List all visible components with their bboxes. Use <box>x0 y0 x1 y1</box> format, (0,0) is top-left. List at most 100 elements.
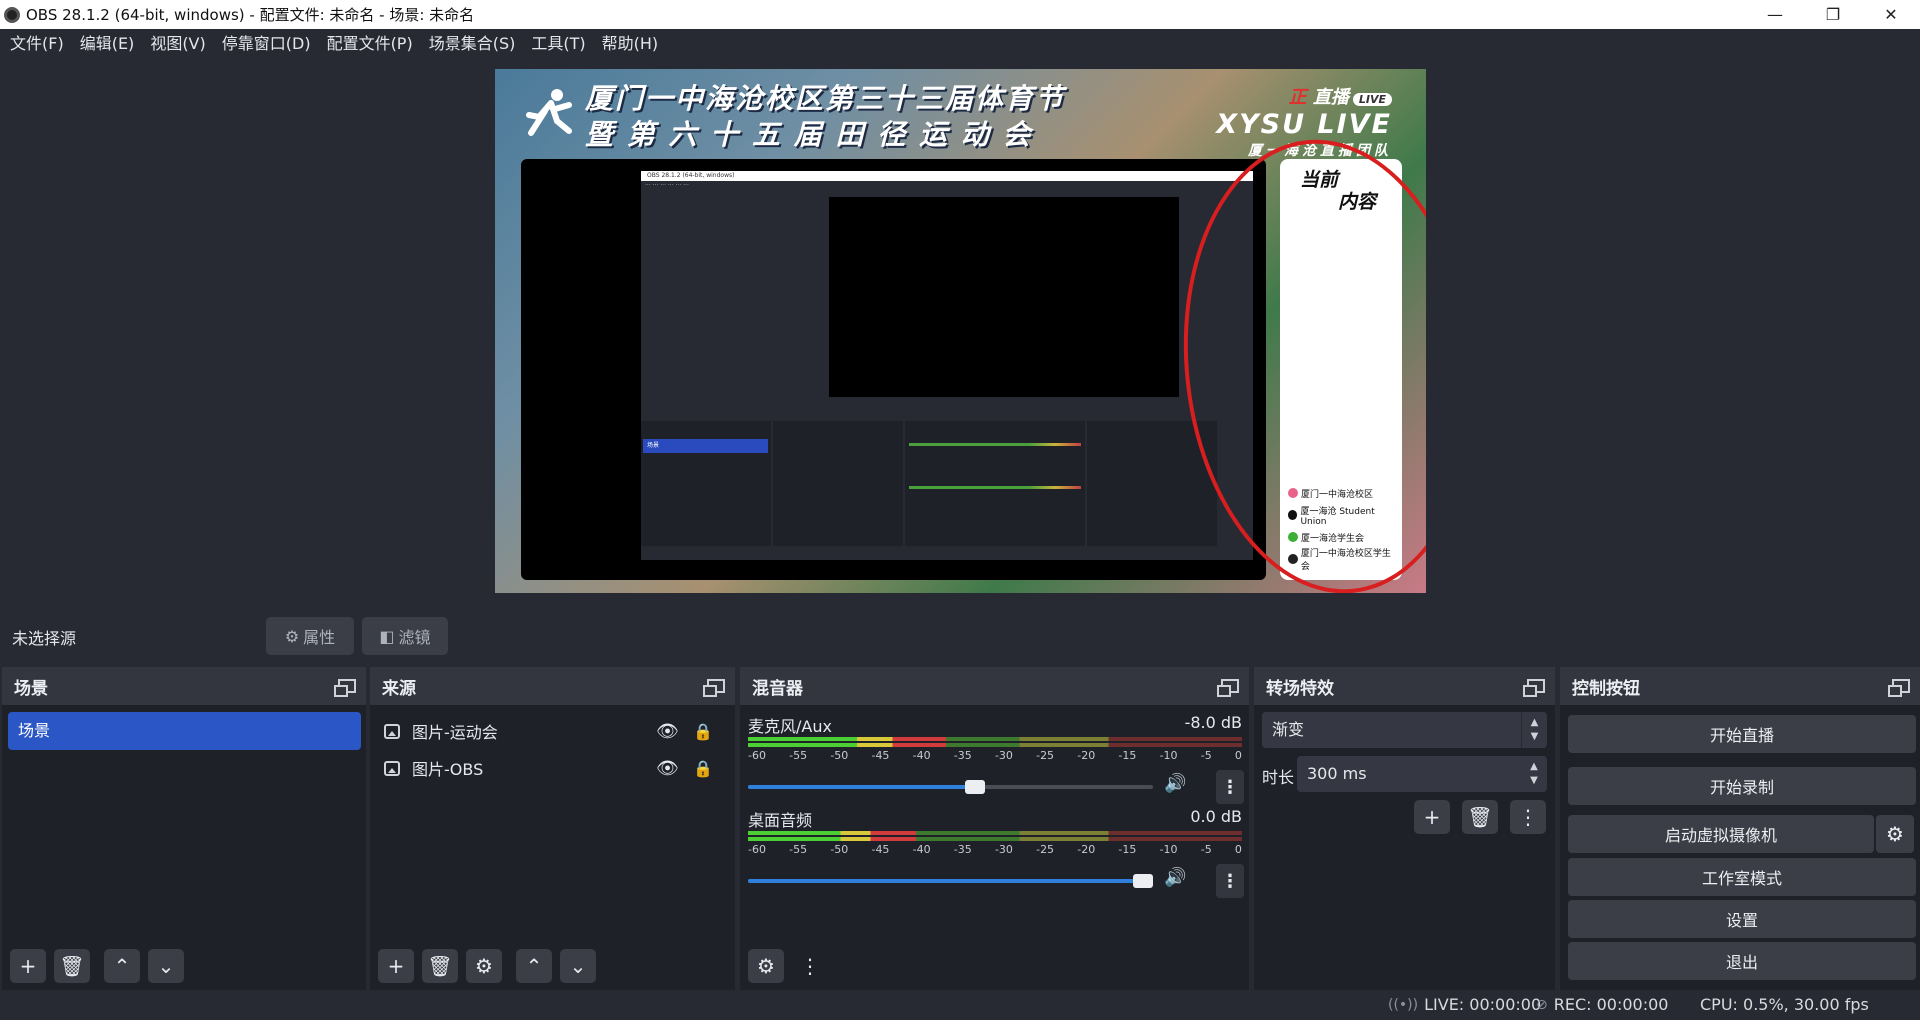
mixer-menu-button[interactable]: ⋮ <box>792 949 828 983</box>
menu-docks[interactable]: 停靠窗口(D) <box>214 29 319 59</box>
live-badge: LIVE <box>1352 93 1392 106</box>
record-icon: ⊘ <box>1536 996 1548 1013</box>
menu-file[interactable]: 文件(F) <box>2 29 72 59</box>
add-scene-button[interactable]: + <box>10 949 46 983</box>
controls-dock: 控制按钮 开始直播 开始录制 启动虚拟摄像机 ⚙ 工作室模式 设置 退出 <box>1560 667 1920 990</box>
speaker-icon[interactable]: 🔊 <box>1164 867 1186 888</box>
mixer-channel-mic: 麦克风/Aux -8.0 dB -60 -55 -50 -45 -40 -35 -30 -25… <box>748 713 1244 804</box>
status-bar: ((•)) LIVE: 00:00:00 ⊘ REC: 00:00:00 CPU… <box>0 990 1920 1020</box>
scenes-dock-title: 场景 <box>14 678 48 699</box>
remove-source-button[interactable]: 🗑 <box>422 949 458 983</box>
visibility-eye-icon[interactable]: 👁 <box>656 721 679 742</box>
source-properties-button[interactable]: ⚙ <box>466 949 502 983</box>
runner-logo-icon <box>526 89 572 136</box>
mixer-channel-name: 桌面音频 <box>748 811 813 830</box>
remove-transition-button[interactable]: 🗑 <box>1462 800 1498 834</box>
studio-mode-button[interactable]: 工作室模式 <box>1568 858 1916 896</box>
undock-icon[interactable] <box>1217 679 1239 697</box>
start-virtual-camera-button[interactable]: 启动虚拟摄像机 <box>1568 815 1874 853</box>
mini-meter <box>909 443 1081 446</box>
mixer-channel-desktop: 桌面音频 0.0 dB -60 -55 -50 -45 -40 -35 -30 -25 -20-… <box>748 807 1244 898</box>
lock-icon[interactable]: 🔒 <box>693 722 713 741</box>
restore-button[interactable]: ❐ <box>1804 0 1862 29</box>
program-preview[interactable]: 厦门一中海沧校区第三十三届体育节 暨 第 六 十 五 届 田 径 运 动 会 正… <box>495 69 1426 593</box>
source-item-label: 图片-运动会 <box>412 723 498 742</box>
mini-scene-item: 场景 <box>643 439 768 453</box>
source-item[interactable]: 图片-OBS 👁 🔒 <box>384 751 719 785</box>
audio-meter <box>748 831 1242 835</box>
source-item[interactable]: 图片-运动会 👁 🔒 <box>384 714 719 748</box>
mixer-channel-name: 麦克风/Aux <box>748 717 832 736</box>
spin-arrows-icon[interactable]: ▲ ▼ <box>1521 756 1547 792</box>
live-brand-text: XYSU LIVE <box>1216 109 1392 140</box>
audio-meter <box>748 737 1242 741</box>
add-source-button[interactable]: + <box>378 949 414 983</box>
image-icon <box>384 760 400 776</box>
image-icon <box>384 723 400 739</box>
undock-icon[interactable] <box>334 679 356 697</box>
mixer-dock: 混音器 麦克风/Aux -8.0 dB -60 -55 -50 -45 -40 -35 -3… <box>740 667 1249 990</box>
move-source-down-button[interactable]: ⌄ <box>560 949 596 983</box>
audio-meter <box>748 743 1242 747</box>
no-source-label: 未选择源 <box>12 629 77 648</box>
source-item-label: 图片-OBS <box>412 760 484 779</box>
window-title: OBS 28.1.2 (64-bit, windows) - 配置文件: 未命名… <box>26 6 475 24</box>
move-scene-up-button[interactable]: ⌃ <box>104 949 140 983</box>
add-transition-button[interactable]: + <box>1414 800 1450 834</box>
exit-button[interactable]: 退出 <box>1568 942 1916 980</box>
meter-ticks: -60 -55 -50 -45 -40 -35 -30 -25 -20 -15 -10 -5 0 <box>748 843 1242 856</box>
live-top-text: 直播 <box>1312 87 1349 108</box>
sources-dock: 来源 图片-运动会 👁 🔒 图片-OBS 👁 🔒 + 🗑 ⚙ ⌃ ⌄ <box>370 667 735 990</box>
transition-menu-button[interactable]: ⋮ <box>1510 800 1546 834</box>
undock-icon[interactable] <box>703 679 725 697</box>
lock-icon[interactable]: 🔒 <box>693 759 713 778</box>
undock-icon[interactable] <box>1888 679 1910 697</box>
channel-menu-button[interactable]: ⋮ <box>1216 770 1244 804</box>
duration-spinbox[interactable]: 300 ms ▲ ▼ <box>1297 756 1547 792</box>
speaker-icon[interactable]: 🔊 <box>1164 773 1186 794</box>
scenes-dock: 场景 场景 + 🗑 ⌃ ⌄ <box>2 667 366 990</box>
live-red-char: 正 <box>1288 87 1307 108</box>
channel-menu-button[interactable]: ⋮ <box>1216 864 1244 898</box>
rec-status: ⊘ REC: 00:00:00 <box>1536 995 1669 1014</box>
duration-label: 时长 <box>1262 768 1295 787</box>
obs-logo-icon <box>4 6 20 23</box>
mini-meter <box>909 486 1081 489</box>
volume-slider[interactable] <box>748 780 1153 794</box>
mini-mixer-panel <box>905 421 1085 546</box>
close-button[interactable]: ✕ <box>1862 0 1920 29</box>
transition-select[interactable]: 渐变 ▲ ▼ <box>1262 712 1547 748</box>
window-titlebar: OBS 28.1.2 (64-bit, windows) - 配置文件: 未命名… <box>0 0 1920 29</box>
mini-obs-window: OBS 28.1.2 (64-bit, windows) ··· ··· ···… <box>641 171 1253 560</box>
menu-scene-collection[interactable]: 场景集合(S) <box>421 29 524 59</box>
start-recording-button[interactable]: 开始录制 <box>1568 767 1916 805</box>
preview-area[interactable]: 厦门一中海沧校区第三十三届体育节 暨 第 六 十 五 届 田 径 运 动 会 正… <box>0 59 1920 606</box>
advanced-audio-button[interactable]: ⚙ <box>748 949 784 983</box>
broadcast-icon: ((•)) <box>1388 996 1419 1013</box>
menu-profile[interactable]: 配置文件(P) <box>319 29 421 59</box>
minimize-button[interactable]: — <box>1746 0 1804 29</box>
filter-icon: ◧ <box>379 626 395 646</box>
move-scene-down-button[interactable]: ⌄ <box>148 949 184 983</box>
visibility-eye-icon[interactable]: 👁 <box>656 758 679 779</box>
transitions-dock-title: 转场特效 <box>1266 678 1334 699</box>
mixer-dock-title: 混音器 <box>752 678 803 699</box>
properties-button[interactable]: ⚙ 属性 <box>266 617 354 655</box>
menu-help[interactable]: 帮助(H) <box>594 29 667 59</box>
filters-button[interactable]: ◧ 滤镜 <box>362 617 448 655</box>
menu-tools[interactable]: 工具(T) <box>523 29 593 59</box>
window-controls: — ❐ ✕ <box>1746 0 1920 29</box>
settings-button[interactable]: 设置 <box>1568 900 1916 938</box>
scene-item[interactable]: 场景 <box>8 712 361 750</box>
menu-edit[interactable]: 编辑(E) <box>72 29 143 59</box>
menu-view[interactable]: 视图(V) <box>142 29 213 59</box>
virtual-camera-settings-gear-icon[interactable]: ⚙ <box>1876 815 1914 853</box>
start-streaming-button[interactable]: 开始直播 <box>1568 715 1916 753</box>
remove-scene-button[interactable]: 🗑 <box>54 949 90 983</box>
banner-title: 厦门一中海沧校区第三十三届体育节 暨 第 六 十 五 届 田 径 运 动 会 <box>585 81 1065 153</box>
move-source-up-button[interactable]: ⌃ <box>516 949 552 983</box>
gear-icon: ⚙ <box>284 626 300 646</box>
undock-icon[interactable] <box>1523 679 1545 697</box>
meter-ticks: -60 -55 -50 -45 -40 -35 -30 -25 -20 -15 -10 -5 0 <box>748 749 1242 762</box>
volume-slider[interactable] <box>748 874 1153 888</box>
